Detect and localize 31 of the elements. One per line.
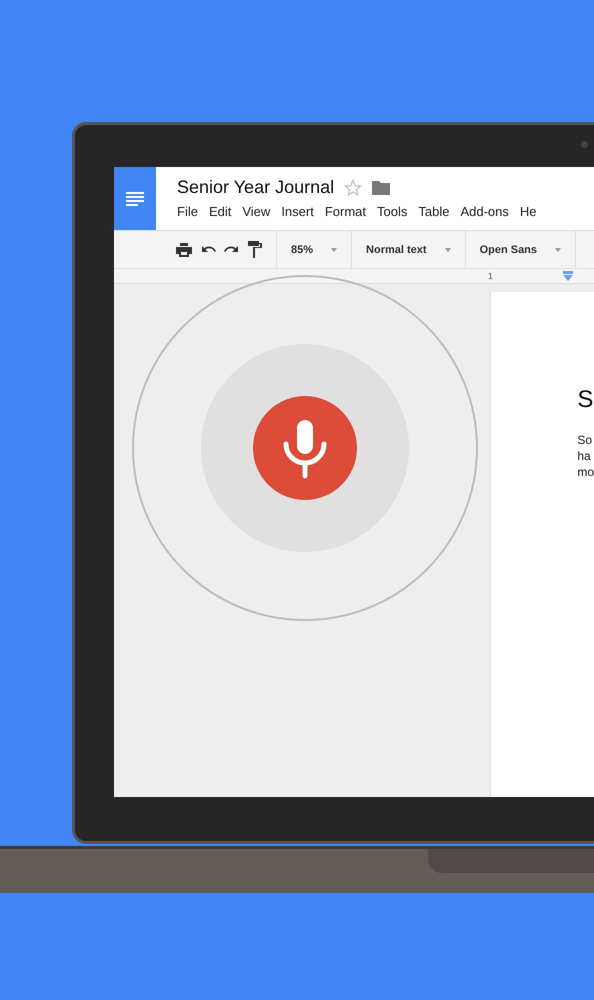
menu-item[interactable]: File	[177, 204, 209, 219]
caret-icon	[555, 248, 562, 252]
document-text: So	[577, 432, 594, 448]
caret-icon	[331, 248, 338, 252]
zoom-dropdown[interactable]: 85%	[277, 231, 352, 268]
style-dropdown[interactable]: Normal text	[352, 231, 466, 268]
print-icon[interactable]	[176, 242, 192, 256]
menu-item[interactable]: Edit	[208, 204, 242, 219]
menu-icon	[126, 192, 144, 206]
star-icon[interactable]	[344, 178, 362, 196]
menu-item[interactable]: He	[520, 204, 548, 219]
document-heading: S	[577, 386, 594, 414]
document-title[interactable]: Senior Year Journal	[177, 177, 334, 198]
camera-lens	[581, 141, 588, 148]
paint-roller-icon[interactable]	[248, 241, 262, 258]
microphone-icon	[284, 420, 326, 478]
voice-typing-button[interactable]	[253, 396, 357, 500]
menu-item[interactable]: Insert	[281, 204, 325, 219]
document-text: ha	[577, 448, 592, 464]
menu-item[interactable]: Table	[418, 204, 460, 219]
ruler-number: 1	[488, 271, 494, 281]
caret-icon	[444, 248, 451, 252]
document-text: mo	[577, 464, 594, 480]
indent-marker-icon[interactable]	[563, 271, 574, 281]
folder-icon[interactable]	[372, 180, 390, 195]
menu-item[interactable]: Add-ons	[460, 204, 520, 219]
menu-item[interactable]: Tools	[377, 204, 418, 219]
font-dropdown[interactable]: Open Sans	[466, 231, 576, 268]
menu-item[interactable]: Format	[324, 204, 377, 219]
docs-logo[interactable]	[114, 167, 156, 230]
menu-item[interactable]: View	[242, 204, 282, 219]
